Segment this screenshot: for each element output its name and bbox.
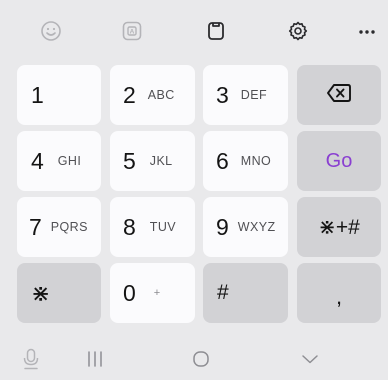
gear-icon[interactable]	[284, 17, 312, 45]
clipboard-icon[interactable]	[202, 17, 230, 45]
hash-button[interactable]: #	[203, 263, 288, 323]
key-letters: +	[153, 287, 161, 299]
key-3[interactable]: 3 DEF	[203, 65, 288, 125]
recents-icon[interactable]	[84, 346, 106, 372]
go-button[interactable]: Go	[297, 131, 381, 191]
numeric-keyboard: A 1 2 ABC 3 DEF 4 GHI 5 JKL 6 MNO Go 7 P…	[0, 0, 388, 380]
key-7[interactable]: 7 PQRS	[17, 197, 101, 257]
svg-text:A: A	[130, 29, 135, 36]
key-digit: 4	[31, 147, 44, 174]
backspace-icon	[326, 83, 352, 108]
back-chevron-icon[interactable]	[297, 346, 323, 372]
go-label: Go	[325, 149, 353, 172]
key-letters: TUV	[149, 220, 176, 234]
key-0[interactable]: 0 +	[110, 263, 195, 323]
key-letters: DEF	[240, 88, 267, 102]
key-8[interactable]: 8 TUV	[110, 197, 195, 257]
keyboard-toolbar: A	[0, 0, 388, 62]
key-digit: 5	[123, 147, 136, 174]
home-icon[interactable]	[188, 346, 214, 372]
key-1[interactable]: 1	[17, 65, 101, 125]
key-digit: 1	[31, 81, 44, 108]
key-9[interactable]: 9 WXYZ	[203, 197, 288, 257]
star-button[interactable]: ⋇	[17, 263, 101, 323]
backspace-button[interactable]	[297, 65, 381, 125]
key-letters: MNO	[240, 154, 272, 168]
sticker-icon[interactable]: A	[118, 17, 146, 45]
key-letters: ABC	[147, 88, 175, 102]
key-digit: 6	[216, 147, 229, 174]
symbols-button[interactable]: ⋇+#	[297, 197, 381, 257]
key-digit: 2	[123, 81, 136, 108]
star-label: ⋇	[31, 279, 51, 306]
key-digit: 9	[216, 213, 229, 240]
key-letters: GHI	[57, 154, 82, 168]
bottom-nav-bar	[0, 338, 388, 380]
key-letters: JKL	[149, 154, 173, 168]
key-2[interactable]: 2 ABC	[110, 65, 195, 125]
comma-label: ,	[335, 284, 343, 309]
key-4[interactable]: 4 GHI	[17, 131, 101, 191]
key-6[interactable]: 6 MNO	[203, 131, 288, 191]
symbols-label: ⋇+#	[318, 215, 360, 239]
key-5[interactable]: 5 JKL	[110, 131, 195, 191]
comma-button[interactable]: ,	[297, 263, 381, 323]
key-digit: 0	[123, 279, 136, 306]
key-digit: 7	[29, 213, 42, 240]
more-icon[interactable]	[352, 17, 382, 45]
key-digit: 8	[123, 213, 136, 240]
emoji-icon[interactable]	[37, 17, 65, 45]
key-digit: 3	[216, 81, 229, 108]
key-letters: WXYZ	[237, 220, 276, 234]
key-letters: PQRS	[50, 220, 88, 234]
microphone-icon[interactable]	[18, 346, 44, 372]
hash-label: #	[217, 281, 229, 304]
